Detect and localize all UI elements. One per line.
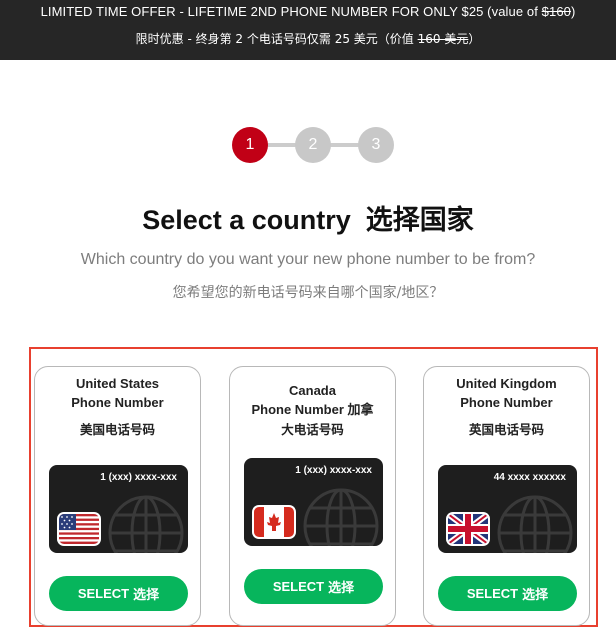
select-canada-button[interactable]: SELECT 选择 [244, 569, 383, 604]
country-name-line1: Canada [289, 383, 336, 398]
page-subtitle-en: Which country do you want your new phone… [80, 251, 536, 268]
number-format: 1 (xxx) xxxx-xxx [100, 472, 177, 483]
step-1-indicator: 1 [232, 127, 268, 163]
promo-en-suffix: ) [571, 4, 576, 19]
select-label-zh: 选择 [522, 588, 549, 603]
globe-icon [303, 488, 379, 546]
promo-zh-old-price: 160 美元 [417, 32, 469, 46]
page-title: Select a country 选择国家 [0, 198, 616, 237]
country-name-line1: United Kingdom [456, 376, 557, 391]
select-label-en: SELECT [272, 579, 325, 594]
country-name: Canada Phone Number 加拿 [230, 381, 395, 419]
country-name-line1: United States [75, 376, 160, 391]
step-2-indicator: 2 [295, 127, 331, 163]
country-name-line2: Phone Number 加拿 [251, 402, 374, 417]
promo-text-zh: 限时优惠 - 终身第 2 个电话号码仅需 25 美元（价值 160 美元） [0, 30, 616, 47]
promo-zh-prefix: 限时优惠 - 终身第 2 个电话号码仅需 25 美元（价值 [135, 32, 418, 46]
promo-en-prefix: LIMITED TIME OFFER - LIFETIME 2ND PHONE … [40, 4, 542, 19]
sim-card-graphic: 1 (xxx) xxxx-xxx [244, 458, 383, 546]
page-title-zh: 选择国家 [365, 205, 474, 236]
country-name-line2: Phone Number [460, 395, 553, 410]
canada-flag-icon [252, 505, 296, 539]
step-3-indicator: 3 [358, 127, 394, 163]
progress-stepper: 1 2 3 [232, 127, 396, 163]
country-name-line2: Phone Number [71, 395, 164, 410]
us-flag-icon [57, 512, 101, 546]
country-name-zh: 英国电话号码 [468, 422, 544, 437]
sim-card-graphic: 44 xxxx xxxxxx [438, 465, 577, 553]
select-uk-button[interactable]: SELECT 选择 [438, 576, 577, 611]
uk-flag-icon [446, 512, 490, 546]
select-us-button[interactable]: SELECT 选择 [49, 576, 188, 611]
country-name-zh: 大电话号码 [281, 422, 344, 437]
promo-banner: LIMITED TIME OFFER - LIFETIME 2ND PHONE … [0, 0, 616, 60]
country-name: United Kingdom Phone Number [424, 374, 589, 412]
country-card-uk[interactable]: United Kingdom Phone Number 英国电话号码 44 xxx… [423, 366, 590, 626]
page-subtitle-zh: 您希望您的新电话号码来自哪个国家/地区？ [172, 285, 444, 301]
promo-en-old-price: $160 [541, 4, 571, 19]
select-label-en: SELECT [466, 586, 519, 601]
number-format: 1 (xxx) xxxx-xxx [295, 465, 372, 476]
promo-text-en: LIMITED TIME OFFER - LIFETIME 2ND PHONE … [0, 4, 616, 19]
select-label-zh: 选择 [133, 588, 160, 603]
country-card-us[interactable]: United States Phone Number 美国电话号码 1 (xxx)… [34, 366, 201, 626]
globe-icon [497, 495, 573, 553]
country-name-zh: 美国电话号码 [79, 422, 155, 437]
page-title-en: Select a country [142, 205, 351, 235]
stepper-connector [326, 143, 360, 147]
sim-card-graphic: 1 (xxx) xxxx-xxx [49, 465, 188, 553]
promo-zh-suffix: ） [468, 32, 481, 46]
select-label-zh: 选择 [328, 581, 355, 596]
number-format: 44 xxxx xxxxxx [493, 472, 566, 483]
country-card-canada[interactable]: Canada Phone Number 加拿 大电话号码 1 (xxx) xxxx… [229, 366, 396, 626]
country-name: United States Phone Number [35, 374, 200, 412]
select-label-en: SELECT [77, 586, 130, 601]
globe-icon [108, 495, 184, 553]
